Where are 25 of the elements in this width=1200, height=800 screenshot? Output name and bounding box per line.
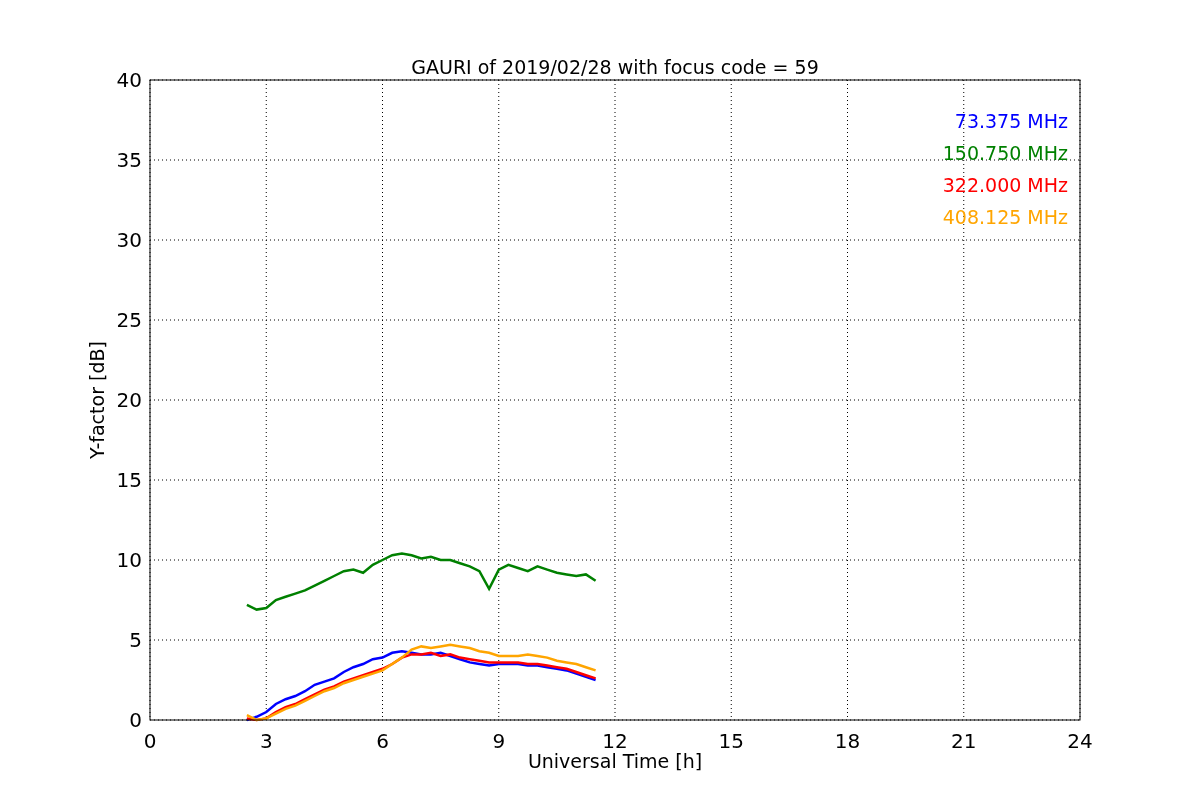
y-tick-label: 0: [129, 708, 142, 732]
x-tick-label: 18: [834, 729, 861, 753]
y-tick-label: 10: [116, 548, 142, 572]
legend-label: 150.750 MHz: [942, 142, 1068, 164]
x-tick-label: 21: [951, 729, 977, 753]
y-tick-label: 40: [116, 68, 142, 92]
x-axis-label: Universal Time [h]: [527, 750, 703, 772]
legend-label: 322.000 MHz: [942, 174, 1068, 196]
x-tick-label: 9: [492, 729, 506, 753]
y-tick-label: 35: [116, 148, 142, 172]
y-axis-label: Y-factor [dB]: [86, 341, 108, 459]
x-tick-label: 15: [718, 729, 744, 753]
chart-title: GAURI of 2019/02/28 with focus code = 59: [411, 56, 819, 78]
y-tick-label: 5: [129, 628, 142, 652]
y-tick-label: 30: [116, 228, 142, 252]
y-tick-label: 15: [116, 468, 142, 492]
y-tick-label: 20: [116, 388, 142, 412]
y-tick-label: 25: [116, 308, 142, 332]
x-tick-label: 3: [259, 729, 273, 753]
legend-label: 408.125 MHz: [942, 206, 1068, 228]
x-tick-label: 24: [1067, 729, 1093, 753]
legend-label: 73.375 MHz: [954, 110, 1068, 132]
x-tick-label: 6: [376, 729, 389, 753]
x-tick-label: 0: [143, 729, 157, 753]
x-tick-label: 12: [602, 729, 628, 753]
